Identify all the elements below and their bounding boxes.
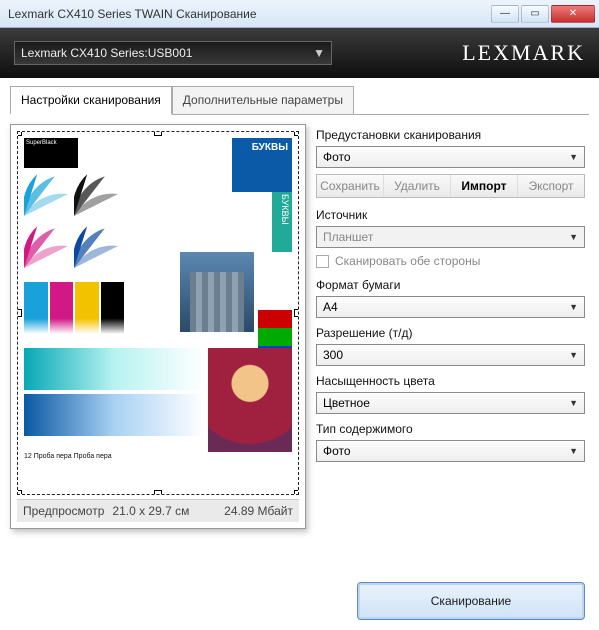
chevron-down-icon: ▼ bbox=[313, 46, 325, 60]
color-value: Цветное bbox=[323, 396, 370, 410]
content-type-value: Фото bbox=[323, 444, 351, 458]
scan-button[interactable]: Сканирование bbox=[357, 582, 585, 620]
preview-superblack: SuperBlack bbox=[24, 138, 78, 168]
checkbox-icon bbox=[316, 255, 329, 268]
window-buttons: — ▭ ✕ bbox=[489, 5, 595, 23]
chevron-down-icon: ▼ bbox=[569, 232, 578, 242]
export-preset-button[interactable]: Экспорт bbox=[518, 175, 584, 197]
color-label: Насыщенность цвета bbox=[316, 374, 585, 388]
device-select[interactable]: Lexmark CX410 Series:USB001 ▼ bbox=[14, 41, 332, 65]
tab-advanced[interactable]: Дополнительные параметры bbox=[172, 86, 354, 115]
color-fan-icon bbox=[74, 224, 118, 268]
duplex-label: Сканировать обе стороны bbox=[335, 254, 480, 268]
content-type-select[interactable]: Фото ▼ bbox=[316, 440, 585, 462]
scan-button-label: Сканирование bbox=[431, 594, 511, 608]
dpi-label: Разрешение (т/д) bbox=[316, 326, 585, 340]
content-type-label: Тип содержимого bbox=[316, 422, 585, 436]
crop-marquee[interactable]: SuperBlack БУКВЫ БУКВЫ 12 Проба пера Про… bbox=[17, 131, 299, 495]
paper-select[interactable]: A4 ▼ bbox=[316, 296, 585, 318]
color-fan-icon bbox=[74, 172, 118, 216]
content-area: SuperBlack БУКВЫ БУКВЫ 12 Проба пера Про… bbox=[0, 116, 599, 537]
import-preset-button[interactable]: Импорт bbox=[451, 175, 518, 197]
device-toolbar: Lexmark CX410 Series:USB001 ▼ LEXMARK bbox=[0, 28, 599, 78]
preview-filesize: 24.89 Мбайт bbox=[224, 504, 293, 518]
preview-text-strip-vert: БУКВЫ bbox=[272, 192, 292, 252]
chevron-down-icon: ▼ bbox=[569, 302, 578, 312]
preview-image: SuperBlack БУКВЫ БУКВЫ 12 Проба пера Про… bbox=[18, 132, 298, 494]
delete-preset-button[interactable]: Удалить bbox=[384, 175, 451, 197]
source-value: Планшет bbox=[323, 230, 373, 244]
preview-photo bbox=[180, 252, 254, 332]
preview-dimensions: 21.0 x 29.7 см bbox=[112, 504, 189, 518]
presets-select[interactable]: Фото ▼ bbox=[316, 146, 585, 168]
minimize-button[interactable]: — bbox=[491, 5, 519, 23]
titlebar: Lexmark CX410 Series TWAIN Сканирование … bbox=[0, 0, 599, 28]
presets-label: Предустановки сканирования bbox=[316, 128, 585, 142]
preview-pane: SuperBlack БУКВЫ БУКВЫ 12 Проба пера Про… bbox=[10, 124, 306, 529]
presets-value: Фото bbox=[323, 150, 351, 164]
preview-gradient bbox=[24, 394, 204, 436]
preset-buttons: Сохранить Удалить Импорт Экспорт bbox=[316, 174, 585, 198]
tab-scan-settings[interactable]: Настройки сканирования bbox=[10, 86, 172, 115]
preview-person bbox=[208, 348, 292, 466]
color-fan-icon bbox=[24, 172, 68, 216]
paper-label: Формат бумаги bbox=[316, 278, 585, 292]
brand-logo: LEXMARK bbox=[462, 40, 585, 66]
dpi-select[interactable]: 300 ▼ bbox=[316, 344, 585, 366]
preview-bottom-text: 12 Проба пера Проба пера bbox=[24, 452, 292, 488]
footer: Сканирование bbox=[357, 582, 585, 620]
tab-label: Дополнительные параметры bbox=[183, 93, 343, 107]
tab-bar: Настройки сканирования Дополнительные па… bbox=[0, 78, 599, 115]
tab-label: Настройки сканирования bbox=[21, 93, 161, 107]
maximize-button[interactable]: ▭ bbox=[521, 5, 549, 23]
preview-text-strip: БУКВЫ bbox=[232, 138, 292, 192]
chevron-down-icon: ▼ bbox=[569, 446, 578, 456]
duplex-checkbox[interactable]: Сканировать обе стороны bbox=[316, 254, 585, 268]
color-select[interactable]: Цветное ▼ bbox=[316, 392, 585, 414]
chevron-down-icon: ▼ bbox=[569, 398, 578, 408]
save-preset-button[interactable]: Сохранить bbox=[317, 175, 384, 197]
preview-gradient bbox=[24, 348, 204, 390]
settings-panel: Предустановки сканирования Фото ▼ Сохран… bbox=[316, 124, 589, 529]
device-select-value: Lexmark CX410 Series:USB001 bbox=[21, 46, 192, 60]
preview-frame: SuperBlack БУКВЫ БУКВЫ 12 Проба пера Про… bbox=[10, 124, 306, 529]
dpi-value: 300 bbox=[323, 348, 343, 362]
preview-meta: Предпросмотр 21.0 x 29.7 см 24.89 Мбайт bbox=[17, 499, 299, 522]
color-fan-icon bbox=[24, 224, 68, 268]
preview-label: Предпросмотр bbox=[23, 504, 104, 518]
paper-value: A4 bbox=[323, 300, 338, 314]
close-button[interactable]: ✕ bbox=[551, 5, 595, 23]
chevron-down-icon: ▼ bbox=[569, 152, 578, 162]
window-title: Lexmark CX410 Series TWAIN Сканирование bbox=[8, 7, 489, 21]
chevron-down-icon: ▼ bbox=[569, 350, 578, 360]
preview-bars bbox=[24, 282, 124, 334]
source-label: Источник bbox=[316, 208, 585, 222]
source-select[interactable]: Планшет ▼ bbox=[316, 226, 585, 248]
